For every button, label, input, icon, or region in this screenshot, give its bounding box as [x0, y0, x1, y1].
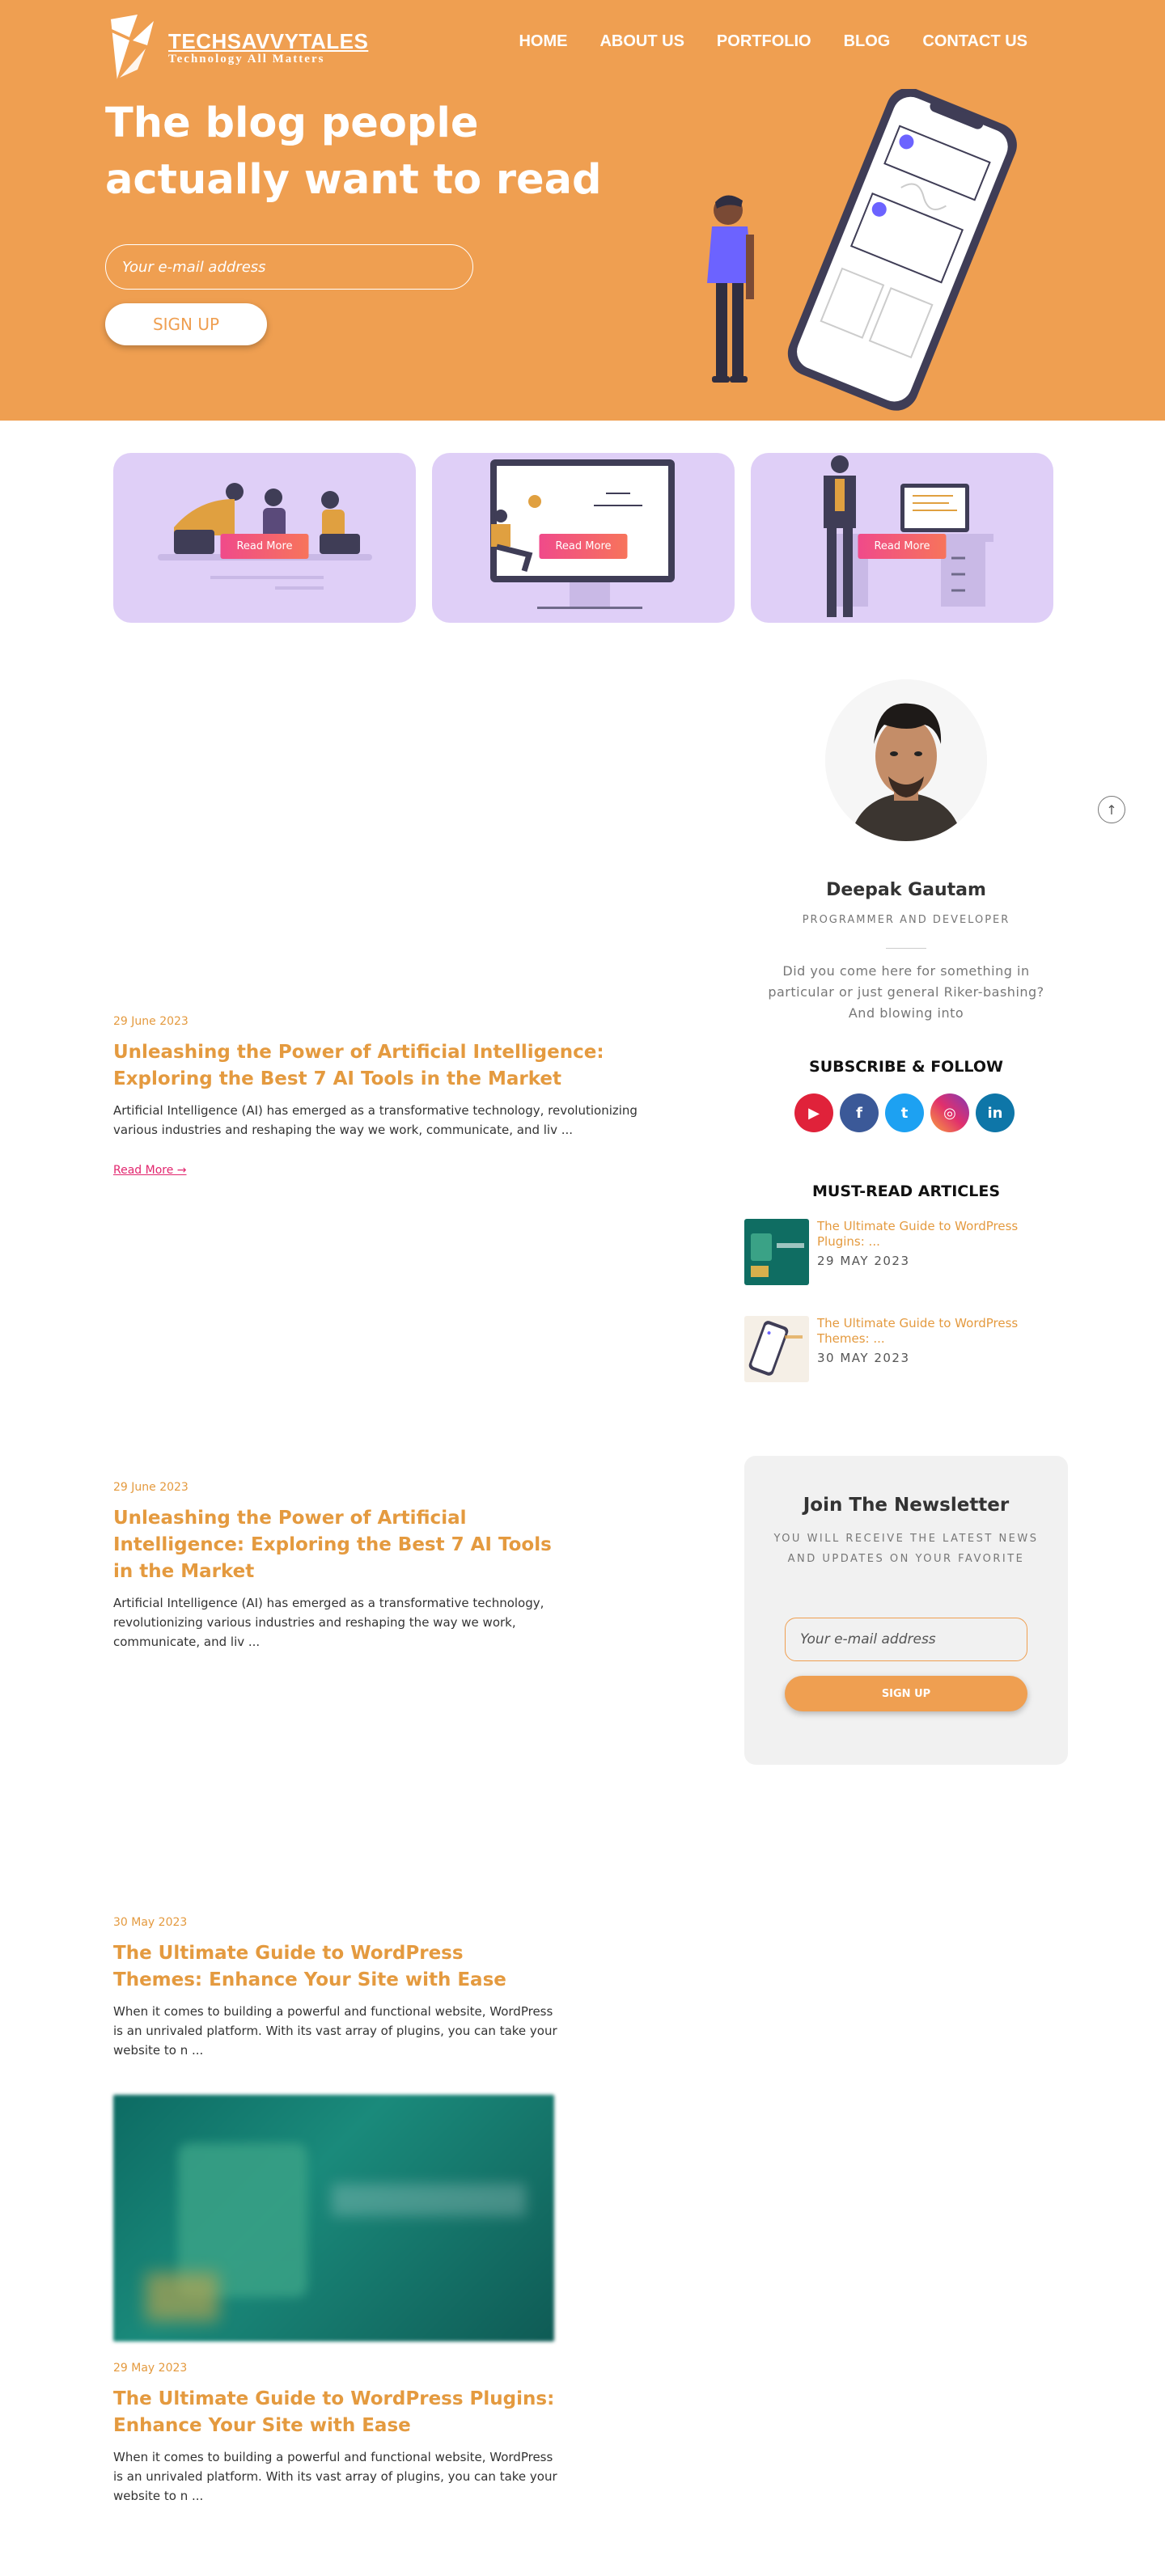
site-logo[interactable]: TECHSAVVYTALES Technology All Matters [105, 13, 368, 82]
instagram-icon[interactable]: ◎ [930, 1093, 969, 1132]
blog-post: 29 May 2023 The Ultimate Guide to WordPr… [113, 2362, 558, 2506]
card-read-more-button[interactable]: Read More [858, 534, 947, 559]
logo-mark-icon [109, 15, 154, 82]
must-read-article[interactable]: The Ultimate Guide to WordPress Themes: … [744, 1316, 1068, 1385]
feature-card-developer[interactable]: Read More [751, 453, 1053, 623]
youtube-icon[interactable]: ▶ [794, 1093, 833, 1132]
newsletter-title: Join The Newsletter [803, 1495, 1010, 1516]
post-title-link[interactable]: Unleashing the Power of Artificial Intel… [113, 1505, 558, 1585]
nav-item-contact-us[interactable]: CONTACT US [922, 32, 1027, 51]
feature-card-team[interactable]: Read More [113, 453, 416, 623]
logo-name: TECHSAVVYTALES [168, 29, 369, 53]
post-title-link[interactable]: The Ultimate Guide to WordPress Themes: … [113, 1940, 558, 1994]
blog-post: 29 June 2023 Unleashing the Power of Art… [113, 1015, 680, 1177]
blog-post: 30 May 2023 The Ultimate Guide to WordPr… [113, 1916, 558, 2060]
article-date: 30 MAY 2023 [817, 1351, 910, 1365]
feature-card-dashboard[interactable]: Read More [432, 453, 735, 623]
card-read-more-button[interactable]: Read More [220, 534, 309, 559]
hero-signup-button[interactable]: SIGN UP [105, 303, 267, 345]
subscribe-heading: SUBSCRIBE & FOLLOW [809, 1058, 1003, 1076]
post-featured-image[interactable] [113, 2095, 554, 2341]
post-excerpt: Artificial Intelligence (AI) has emerged… [113, 1103, 638, 1137]
back-to-top-button[interactable]: ↑ [1098, 796, 1125, 823]
nav-item-portfolio[interactable]: PORTFOLIO [717, 32, 811, 51]
blog-post: 29 June 2023 Unleashing the Power of Art… [113, 1481, 558, 1652]
author-role: PROGRAMMER AND DEVELOPER [802, 914, 1010, 926]
newsletter-signup-button[interactable]: SIGN UP [785, 1676, 1027, 1711]
author-avatar [825, 679, 987, 841]
hero-section: TECHSAVVYTALES Technology All Matters HO… [0, 0, 1165, 421]
post-excerpt: When it comes to building a powerful and… [113, 2004, 557, 2058]
newsletter-box: Join The Newsletter YOU WILL RECEIVE THE… [744, 1456, 1068, 1765]
linkedin-icon[interactable]: in [976, 1093, 1015, 1132]
hero-title: The blog people actually want to read [105, 99, 602, 204]
main-nav: HOME ABOUT US PORTFOLIO BLOG CONTACT US [519, 32, 1027, 51]
post-title-link[interactable]: The Ultimate Guide to WordPress Plugins:… [113, 2386, 558, 2439]
nav-item-home[interactable]: HOME [519, 32, 567, 51]
post-excerpt: Artificial Intelligence (AI) has emerged… [113, 1596, 544, 1649]
nav-item-about-us[interactable]: ABOUT US [599, 32, 684, 51]
article-thumbnail[interactable] [744, 1219, 809, 1285]
post-date: 30 May 2023 [113, 1916, 188, 1929]
author-bio: Did you come here for something in parti… [768, 963, 1044, 1021]
post-excerpt: When it comes to building a powerful and… [113, 2450, 557, 2503]
must-read-heading: MUST-READ ARTICLES [812, 1182, 1000, 1200]
newsletter-subtitle: YOU WILL RECEIVE THE LATEST NEWS AND UPD… [773, 1533, 1039, 1565]
twitter-icon[interactable]: t [885, 1093, 924, 1132]
post-date: 29 June 2023 [113, 1481, 189, 1494]
article-thumbnail[interactable] [744, 1316, 809, 1382]
must-read-article[interactable]: The Ultimate Guide to WordPress Plugins:… [744, 1219, 1068, 1288]
hero-email-input[interactable]: Your e-mail address [105, 244, 473, 290]
facebook-icon[interactable]: f [840, 1093, 879, 1132]
feature-cards: Read More Read More Read More [113, 453, 1053, 623]
article-date: 29 MAY 2023 [817, 1254, 910, 1268]
article-title-link[interactable]: The Ultimate Guide to WordPress Plugins:… [817, 1219, 1060, 1250]
logo-tagline: Technology All Matters [168, 53, 325, 66]
social-links: ▶ f t ◎ in [794, 1093, 1015, 1132]
nav-item-blog[interactable]: BLOG [844, 32, 891, 51]
article-title-link[interactable]: The Ultimate Guide to WordPress Themes: … [817, 1316, 1060, 1347]
card-read-more-button[interactable]: Read More [539, 534, 628, 559]
post-date: 29 May 2023 [113, 2362, 188, 2375]
hero-illustration [707, 89, 1017, 411]
post-date: 29 June 2023 [113, 1015, 189, 1028]
author-name: Deepak Gautam [826, 880, 986, 900]
read-more-link[interactable]: Read More → [113, 1164, 187, 1177]
divider [886, 948, 926, 949]
post-title-link[interactable]: Unleashing the Power of Artificial Intel… [113, 1039, 680, 1093]
newsletter-email-input[interactable]: Your e-mail address [785, 1618, 1027, 1661]
